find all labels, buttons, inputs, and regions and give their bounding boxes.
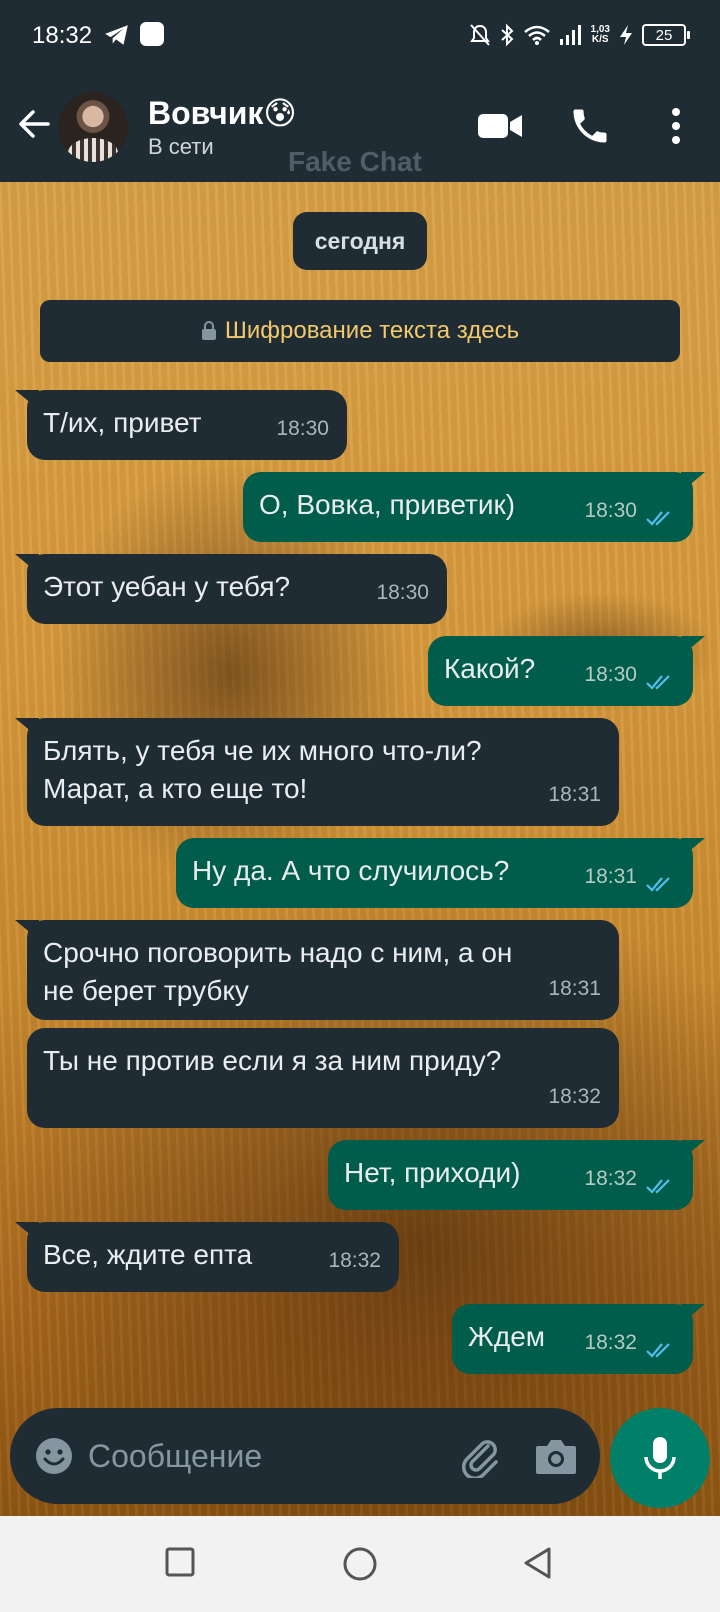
charging-icon <box>620 25 632 45</box>
message-incoming[interactable]: Блять, у тебя че их много что-ли? Марат,… <box>15 718 619 826</box>
message-text: Ну да. А что случилось? <box>192 855 510 886</box>
bubble-tail <box>681 838 705 858</box>
more-vert-icon[interactable] <box>668 102 684 150</box>
contact-name[interactable]: Вовчик😰 <box>148 94 297 132</box>
status-icons: 1,03 K/S 25 <box>469 20 690 50</box>
bubble-tail <box>681 636 705 656</box>
mic-icon <box>644 1437 676 1479</box>
bluetooth-icon <box>500 23 513 47</box>
message-incoming[interactable]: Т/их, привет 18:30 <box>15 390 347 460</box>
encryption-notice[interactable]: Шифрование текста здесь <box>40 300 680 362</box>
message-text: Все, ждите епта <box>43 1239 253 1270</box>
avatar[interactable] <box>58 92 128 162</box>
status-time: 18:32 <box>32 22 93 49</box>
message-text: Срочно поговорить надо с ним, а он не бе… <box>43 937 513 1006</box>
chat-area[interactable]: сегодня Шифрование текста здесь Т/их, пр… <box>0 182 720 1516</box>
battery-icon: 25 <box>642 24 690 46</box>
message-time: 18:30 <box>376 581 429 604</box>
message-input[interactable] <box>88 1428 438 1484</box>
message-text: Ждем <box>468 1321 546 1352</box>
message-text: Т/их, привет <box>43 407 202 438</box>
message-outgoing[interactable]: Ждем 18:32 <box>452 1304 705 1374</box>
system-nav-bar <box>0 1516 720 1612</box>
message-time: 18:30 <box>276 417 329 440</box>
bubble-tail <box>15 554 39 574</box>
message-time: 18:31 <box>548 977 601 1000</box>
status-bar: 18:32 1,03 K/S 25 <box>0 0 720 72</box>
camera-icon[interactable] <box>534 1436 578 1476</box>
contact-status: В сети <box>148 134 214 159</box>
message-incoming[interactable]: Этот уебан у тебя? 18:30 <box>15 554 447 624</box>
read-ticks-icon <box>646 675 670 690</box>
read-ticks-icon <box>646 1179 670 1194</box>
message-text: Ты не против если я за ним приду? <box>43 1045 502 1076</box>
message-composer <box>10 1408 600 1504</box>
message-incoming[interactable]: Срочно поговорить надо с ним, а он не бе… <box>15 920 619 1020</box>
read-ticks-icon <box>646 1343 670 1358</box>
message-text: Нет, приходи) <box>344 1157 521 1188</box>
recent-apps-icon[interactable] <box>164 1546 196 1578</box>
bubble-tail <box>681 472 705 492</box>
message-time: 18:32 <box>584 1167 637 1190</box>
message-time: 18:32 <box>584 1331 637 1354</box>
bubble-tail <box>15 390 39 410</box>
message-text: Блять, у тебя че их много что-ли? Марат,… <box>43 735 482 804</box>
message-time: 18:30 <box>584 663 637 686</box>
message-text: Этот уебан у тебя? <box>43 571 291 602</box>
emoji-icon[interactable] <box>34 1436 74 1476</box>
signal-icon <box>559 25 581 45</box>
message-text: Какой? <box>444 653 536 684</box>
message-outgoing[interactable]: О, Вовка, приветик) 18:30 <box>243 472 705 542</box>
watermark: Fake Chat <box>288 146 422 177</box>
message-time: 18:32 <box>548 1085 601 1108</box>
read-ticks-icon <box>646 511 670 526</box>
bubble-tail <box>15 1222 39 1242</box>
message-text: О, Вовка, приветик) <box>259 489 516 520</box>
encryption-text: Шифрование текста здесь <box>224 317 520 344</box>
bubble-tail <box>681 1304 705 1324</box>
message-outgoing[interactable]: Нет, приходи) 18:32 <box>328 1140 705 1210</box>
home-icon[interactable] <box>342 1546 378 1582</box>
bubble-tail <box>681 1140 705 1160</box>
message-time: 18:30 <box>584 499 637 522</box>
mic-button[interactable] <box>610 1408 710 1508</box>
bubble-tail <box>15 718 39 738</box>
app-notification-icon <box>140 22 164 46</box>
avatar-shirt <box>68 138 118 162</box>
message-incoming[interactable]: Все, ждите епта 18:32 <box>15 1222 399 1292</box>
phone-icon[interactable] <box>568 102 612 150</box>
attach-icon[interactable] <box>458 1434 502 1478</box>
mute-icon <box>469 24 490 46</box>
date-divider: сегодня <box>293 212 427 270</box>
telegram-icon <box>105 25 128 45</box>
bubble-tail <box>15 920 39 940</box>
message-outgoing[interactable]: Какой? 18:30 <box>428 636 705 706</box>
lock-icon <box>201 321 216 340</box>
message-time: 18:31 <box>548 783 601 806</box>
message-time: 18:31 <box>584 865 637 888</box>
network-speed: 1,03 K/S <box>590 24 610 45</box>
wifi-icon <box>523 25 550 45</box>
message-outgoing[interactable]: Ну да. А что случилось? 18:31 <box>176 838 705 908</box>
battery-level: 25 <box>655 26 673 44</box>
read-ticks-icon <box>646 877 670 892</box>
back-nav-icon[interactable] <box>522 1546 554 1580</box>
video-call-icon[interactable] <box>476 102 524 150</box>
message-incoming[interactable]: Ты не против если я за ним приду? 18:32 <box>27 1028 619 1128</box>
message-time: 18:32 <box>328 1249 381 1272</box>
chat-header: Вовчик😰 В сети Fake Chat <box>0 72 720 182</box>
back-arrow-icon[interactable] <box>16 106 52 142</box>
